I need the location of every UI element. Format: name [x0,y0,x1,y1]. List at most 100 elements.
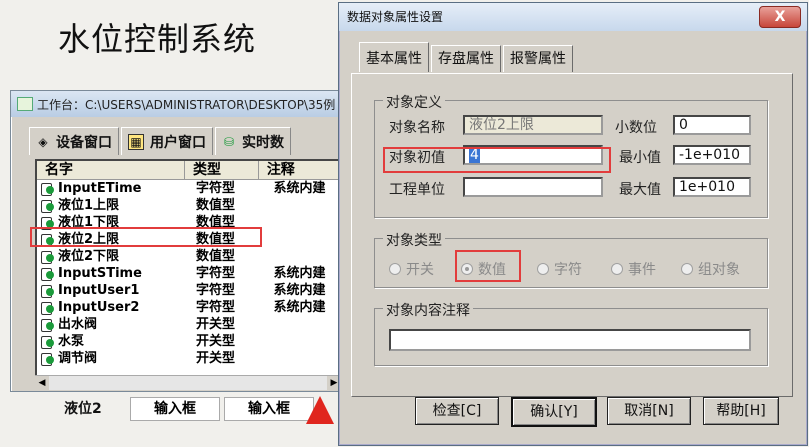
row-type-cell: 开关型 [195,351,235,366]
tab-storage-properties[interactable]: 存盘属性 [431,45,501,72]
unit-label: 工程单位 [389,182,445,198]
decimals-field[interactable]: 0 [673,115,751,135]
object-type-label: 对象类型 [383,230,445,250]
tank-shape-icon [306,396,334,424]
table-row[interactable]: 调节阀 开关型 [37,350,343,367]
object-comment-label: 对象内容注释 [383,300,473,320]
tab-alarm-properties[interactable]: 报警属性 [503,45,573,72]
highlight-initial-value-box [383,147,611,173]
workbench-title: 工作台：C:\USERS\ADMINISTRATOR\DESKTOP\35例 [37,97,336,112]
close-button[interactable]: X [759,6,801,28]
object-name-label: 对象名称 [389,120,445,136]
scroll-left-icon[interactable]: ◀ [35,376,49,390]
row-note-cell [271,248,343,265]
max-value-label: 最大值 [619,182,661,198]
bottom-input-box-1[interactable]: 输入框 [130,397,220,421]
min-value-field[interactable]: -1e+010 [673,145,751,165]
dialog-tabs: 基本属性 存盘属性 报警属性 [359,42,575,72]
object-comment-field[interactable] [389,329,751,351]
col-note-header[interactable]: 注释 [259,161,343,179]
row-type-cell: 字符型 [195,300,235,315]
row-name-cell: InputETime [37,180,194,197]
row-name-cell: InputUser2 [37,299,194,316]
row-type-cell: 字符型 [195,266,235,281]
highlight-row-box [30,227,262,247]
col-name-header[interactable]: 名字 [37,161,186,179]
tab-realtime-db[interactable]: ⛁ 实时数 [215,127,291,155]
col-type-header[interactable]: 类型 [185,161,259,179]
row-note-cell [271,333,343,350]
radio-group-type[interactable]: 组对象 [681,259,740,279]
object-type-group: 对象类型 开关 数值 字符 事件 组对象 [374,230,768,288]
table-row[interactable]: InputUser1 字符型 系统内建 [37,282,343,299]
realtime-db-icon: ⛁ [223,134,235,149]
highlight-numeric-type-box [455,250,521,282]
row-note-cell [271,316,343,333]
radio-circle-icon [389,263,401,275]
workbench-app-icon [17,97,33,111]
check-button[interactable]: 检查[C] [415,397,499,425]
unit-field[interactable] [463,177,603,197]
table-row[interactable]: 水泵 开关型 [37,333,343,350]
object-name-field[interactable]: 液位2上限 [463,115,603,135]
dialog-titlebar[interactable]: 数据对象属性设置 X [339,3,807,31]
row-type-cell: 字符型 [195,283,235,298]
row-note-cell: 系统内建 [273,181,326,196]
radio-circle-icon [611,263,623,275]
workbench-titlebar[interactable]: 工作台：C:\USERS\ADMINISTRATOR\DESKTOP\35例 [11,91,341,117]
row-note-cell: 系统内建 [273,300,326,315]
tab-basic-properties[interactable]: 基本属性 [359,42,429,72]
row-type-cell: 数值型 [195,198,235,213]
variable-icon [41,301,55,315]
radio-switch-type[interactable]: 开关 [389,259,434,279]
row-name-cell: InputSTime [37,265,194,282]
row-name-cell: 液位1上限 [37,197,194,214]
variable-icon [41,267,55,281]
radio-circle-icon [681,263,693,275]
row-note-cell [271,350,343,367]
table-row[interactable]: InputUser2 字符型 系统内建 [37,299,343,316]
tab-panel: 对象定义 对象名称 液位2上限 小数位 0 对象初值 4 最小值 -1e+010… [351,73,793,397]
row-type-cell: 数值型 [195,249,235,264]
variable-icon [41,318,55,332]
table-row[interactable]: InputSTime 字符型 系统内建 [37,265,343,282]
help-button[interactable]: 帮助[H] [703,397,779,425]
row-name-cell: 出水阀 [37,316,194,333]
variable-icon [41,284,55,298]
row-type-cell: 开关型 [195,334,235,349]
variable-list: 名字 类型 注释 InputETime 字符型 系统内建 液位1上限 数值型 液位1下限数… [35,159,345,377]
radio-circle-icon [537,263,549,275]
radio-string-type[interactable]: 字符 [537,259,582,279]
row-name-cell: 调节阀 [37,350,194,367]
row-name-cell: 液位2下限 [37,248,194,265]
bottom-level-label: 液位2 [64,401,102,417]
variable-icon [41,335,55,349]
tab-user-window[interactable]: ▦ 用户窗口 [121,127,213,155]
tab-device-window[interactable]: ◈ 设备窗口 [29,127,119,155]
workbench-tabs: ◈ 设备窗口 ▦ 用户窗口 ⛁ 实时数 [29,127,293,155]
table-row[interactable]: 液位2下限 数值型 [37,248,343,265]
page-title: 水位控制系统 [58,20,257,58]
horizontal-scrollbar[interactable]: ◀ ▶ [35,375,341,390]
row-name-cell: 水泵 [37,333,194,350]
max-value-field[interactable]: 1e+010 [673,177,751,197]
table-row[interactable]: 液位1上限 数值型 [37,197,343,214]
user-window-icon: ▦ [128,133,144,150]
confirm-button[interactable]: 确认[Y] [511,397,597,427]
device-window-icon: ◈ [38,134,48,149]
row-note-cell: 系统内建 [273,266,326,281]
dialog-title: 数据对象属性设置 [347,10,444,24]
bottom-input-box-2[interactable]: 输入框 [224,397,314,421]
row-type-cell: 开关型 [195,317,235,332]
row-type-cell: 字符型 [195,181,235,196]
table-row[interactable]: InputETime 字符型 系统内建 [37,180,343,197]
row-note-cell [271,214,343,231]
decimals-label: 小数位 [615,120,657,136]
variable-icon [41,199,55,213]
variable-icon [41,352,55,366]
radio-event-type[interactable]: 事件 [611,259,656,279]
properties-dialog: 数据对象属性设置 X 基本属性 存盘属性 报警属性 对象定义 对象名称 液位2上… [338,2,808,446]
object-comment-group: 对象内容注释 [374,300,768,366]
cancel-button[interactable]: 取消[N] [607,397,691,425]
table-row[interactable]: 出水阀 开关型 [37,316,343,333]
